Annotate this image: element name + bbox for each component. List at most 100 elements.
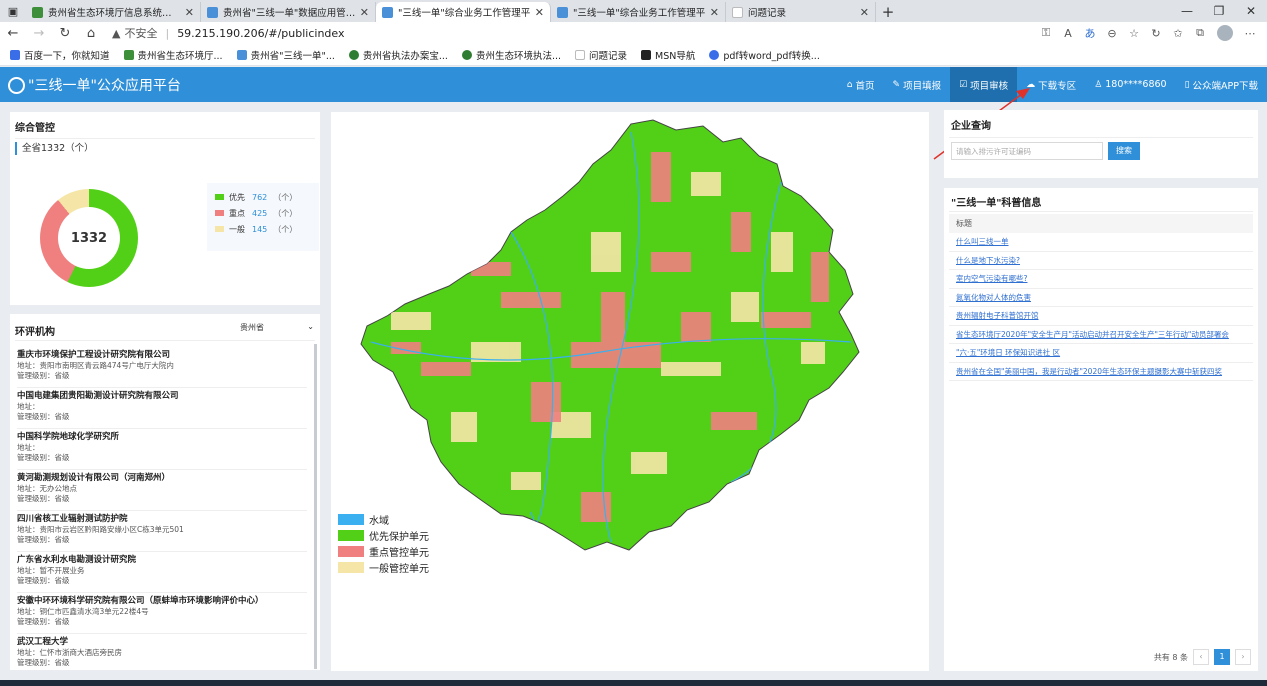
divider — [949, 211, 1253, 212]
read-aloud-icon[interactable]: A — [1057, 27, 1079, 40]
list-item[interactable]: 黄河勘测规划设计有限公司（河南郑州） 地址：无办公地点 管理级别：省级 — [17, 470, 307, 511]
article-link[interactable]: 什么叫三线一单 — [949, 233, 1253, 252]
nav-user[interactable]: ♙ 180****6860 — [1085, 67, 1175, 102]
list-item[interactable]: 四川省核工业辐射测试防护院 地址：贵阳市云岩区黔阳路安缘小区C栋3单元501 管理级… — [17, 511, 307, 552]
page-number[interactable]: 1 — [1214, 649, 1230, 665]
refresh-icon[interactable]: ↻ — [52, 26, 78, 41]
app-title: "三线一单"公众应用平台 — [28, 78, 181, 94]
profile-avatar[interactable] — [1217, 25, 1233, 41]
bookmark-label: 百度一下，你就知道 — [24, 50, 110, 62]
user-icon: ♙ — [1094, 79, 1103, 90]
key-icon[interactable]: ⚿ — [1035, 26, 1057, 40]
tab-favicon-icon — [557, 6, 568, 18]
app-logo[interactable]: "三线一单"公众应用平台 — [8, 75, 181, 95]
browser-tab[interactable]: "三线一单"综合业务工作管理平 ✕ — [551, 2, 726, 22]
nav-home[interactable]: ⌂ 首页 — [838, 67, 884, 102]
bookmark-item[interactable]: pdf转word_pdf转换... — [709, 48, 820, 62]
bookmark-favicon-icon — [575, 49, 586, 60]
bookmark-item[interactable]: 贵州省生态环境厅... — [123, 48, 223, 62]
article-link[interactable]: 室内空气污染有哪些? — [949, 270, 1253, 289]
org-list-scrollbar[interactable] — [314, 344, 317, 669]
browser-tab[interactable]: 贵州省"三线一单"数据应用管理平 ✕ — [201, 2, 376, 22]
org-address: 地址：铜仁市匹鑫清水湾3单元22楼4号 — [17, 607, 149, 616]
article-link[interactable]: 省生态环境厅2020年"安全生产月"活动启动并召开安全生产"三年行动"动员部署会 — [949, 326, 1253, 344]
bookmark-label: 贵州省执法办案宝... — [362, 50, 448, 62]
close-tab-icon[interactable]: ✕ — [710, 6, 719, 19]
bookmark-favicon-icon — [10, 49, 20, 60]
minimize-icon[interactable]: — — [1171, 0, 1203, 22]
prev-page-icon[interactable]: ‹ — [1193, 649, 1209, 665]
close-tab-icon[interactable]: ✕ — [185, 6, 194, 19]
browser-tab-active[interactable]: "三线一单"综合业务工作管理平 ✕ — [376, 2, 551, 22]
bookmark-item[interactable]: 百度一下，你就知道 — [10, 48, 110, 62]
map-legend-label: 优先保护单元 — [369, 531, 429, 543]
tab-title: 问题记录 — [748, 8, 787, 19]
org-address: 地址： — [17, 443, 40, 452]
bookmark-label: 贵州省生态环境厅... — [137, 50, 223, 62]
legend-swatch — [215, 194, 224, 200]
map-legend-item: 重点管控单元 — [338, 543, 429, 559]
refresh-extension-icon[interactable]: ↻ — [1145, 27, 1167, 40]
list-item[interactable]: 中国科学院地球化学研究所 地址： 管理级别：省级 — [17, 429, 307, 470]
tab-favicon-icon — [382, 6, 393, 18]
legend-unit: （个） — [273, 208, 298, 218]
donut-center-value: 1332 — [58, 207, 120, 269]
list-item[interactable]: 广东省水利水电勘测设计研究院 地址：暂不开展业务 管理级别：省级 — [17, 552, 307, 593]
nav-app-download[interactable]: ▯ 公众端APP下载 — [1176, 67, 1267, 102]
article-link[interactable]: 贵州省在全国"美丽中国，我是行动者"2020年生态环保主题摄影大赛中斩获四奖 — [949, 363, 1253, 381]
browser-tab[interactable]: 贵州省生态环境厅信息系统统一 ✕ — [26, 2, 201, 22]
close-window-icon[interactable]: ✕ — [1235, 0, 1267, 22]
bookmark-item[interactable]: 贵州生态环境执法... — [461, 48, 561, 62]
article-link[interactable]: "六·五"环境日 环保知识进社 区 — [949, 344, 1253, 363]
browser-tab[interactable]: 问题记录 ✕ — [726, 2, 876, 22]
article-link[interactable]: 贵州辐射电子科普馆开馆 — [949, 307, 1253, 326]
forward-icon[interactable]: → — [26, 26, 52, 41]
bookmark-item[interactable]: 贵州省执法办案宝... — [348, 48, 448, 62]
zoom-icon[interactable]: ⊖ — [1101, 27, 1123, 40]
article-link[interactable]: 氮氧化物对人体的危害 — [949, 289, 1253, 307]
edit-icon: ✎ — [892, 79, 901, 90]
legend-row: 一般 145 （个） — [215, 221, 319, 237]
list-item[interactable]: 武汉工程大学 地址：仁怀市浙商大酒店旁民房 管理级别：省级 — [17, 634, 307, 675]
chevron-down-icon: ⌄ — [307, 322, 314, 331]
list-item[interactable]: 重庆市环境保护工程设计研究院有限公司 地址：贵阳市南明区青云路474号广电厅大院内… — [17, 347, 307, 388]
bookmark-item[interactable]: 贵州省"三线一单"... — [236, 48, 335, 62]
map-legend-item: 水域 — [338, 511, 429, 527]
legend-swatch — [215, 210, 224, 216]
collections-icon[interactable]: ⧉ — [1189, 26, 1211, 40]
list-item[interactable]: 中国电建集团贵阳勘测设计研究院有限公司 地址： 管理级别：省级 — [17, 388, 307, 429]
window-menu-icon[interactable]: ▣ — [0, 0, 26, 22]
tab-title: 贵州省生态环境厅信息系统统一 — [48, 8, 181, 19]
province-select[interactable]: 贵州省 ⌄ — [240, 322, 314, 333]
legend-swatch — [338, 513, 364, 525]
insecure-label: 不安全 — [124, 27, 158, 40]
org-list: 重庆市环境保护工程设计研究院有限公司 地址：贵阳市南明区青云路474号广电厅大院内… — [17, 347, 307, 675]
article-link[interactable]: 什么是地下水污染? — [949, 252, 1253, 270]
close-tab-icon[interactable]: ✕ — [860, 6, 869, 19]
url-field[interactable]: ▲ 不安全 | 59.215.190.206/#/publicindex — [112, 25, 344, 41]
guizhou-zoning-map[interactable] — [331, 112, 929, 671]
restore-icon[interactable]: ❐ — [1203, 0, 1235, 22]
back-icon[interactable]: ← — [0, 26, 26, 41]
close-tab-icon[interactable]: ✕ — [535, 6, 544, 19]
home-browser-icon[interactable]: ⌂ — [78, 26, 104, 41]
tab-title: "三线一单"综合业务工作管理平 — [573, 8, 706, 19]
table-header: 标题 — [949, 214, 1253, 233]
app-header: "三线一单"公众应用平台 ⌂ 首页 ✎ 项目填报 ☑ 项目审核 ☁ 下载专区 ♙ 180*… — [0, 67, 1267, 102]
close-tab-icon[interactable]: ✕ — [360, 6, 369, 19]
more-icon[interactable]: ⋯ — [1239, 27, 1261, 40]
list-item[interactable]: 安徽中环环境科学研究院有限公司（原蚌埠市环境影响评价中心） 地址：铜仁市匹鑫清水湾… — [17, 593, 307, 634]
org-name: 黄河勘测规划设计有限公司（河南郑州） — [17, 473, 171, 483]
new-tab-icon[interactable]: + — [876, 2, 900, 22]
favorite-star-icon[interactable]: ☆ — [1123, 27, 1145, 40]
favorites-icon[interactable]: ✩ — [1167, 27, 1189, 40]
window-controls: — ❐ ✕ — [1171, 0, 1267, 22]
legend-swatch — [338, 529, 364, 541]
bookmark-item[interactable]: MSN导航 — [641, 48, 695, 62]
permit-search-input[interactable]: 请输入排污许可证编码 — [951, 142, 1103, 160]
search-button[interactable]: 搜索 — [1108, 142, 1140, 160]
next-page-icon[interactable]: › — [1235, 649, 1251, 665]
total-count: 全省1332（个） — [15, 142, 94, 155]
bookmark-item[interactable]: 问题记录 — [575, 48, 627, 62]
translate-icon[interactable]: あ — [1079, 25, 1101, 41]
